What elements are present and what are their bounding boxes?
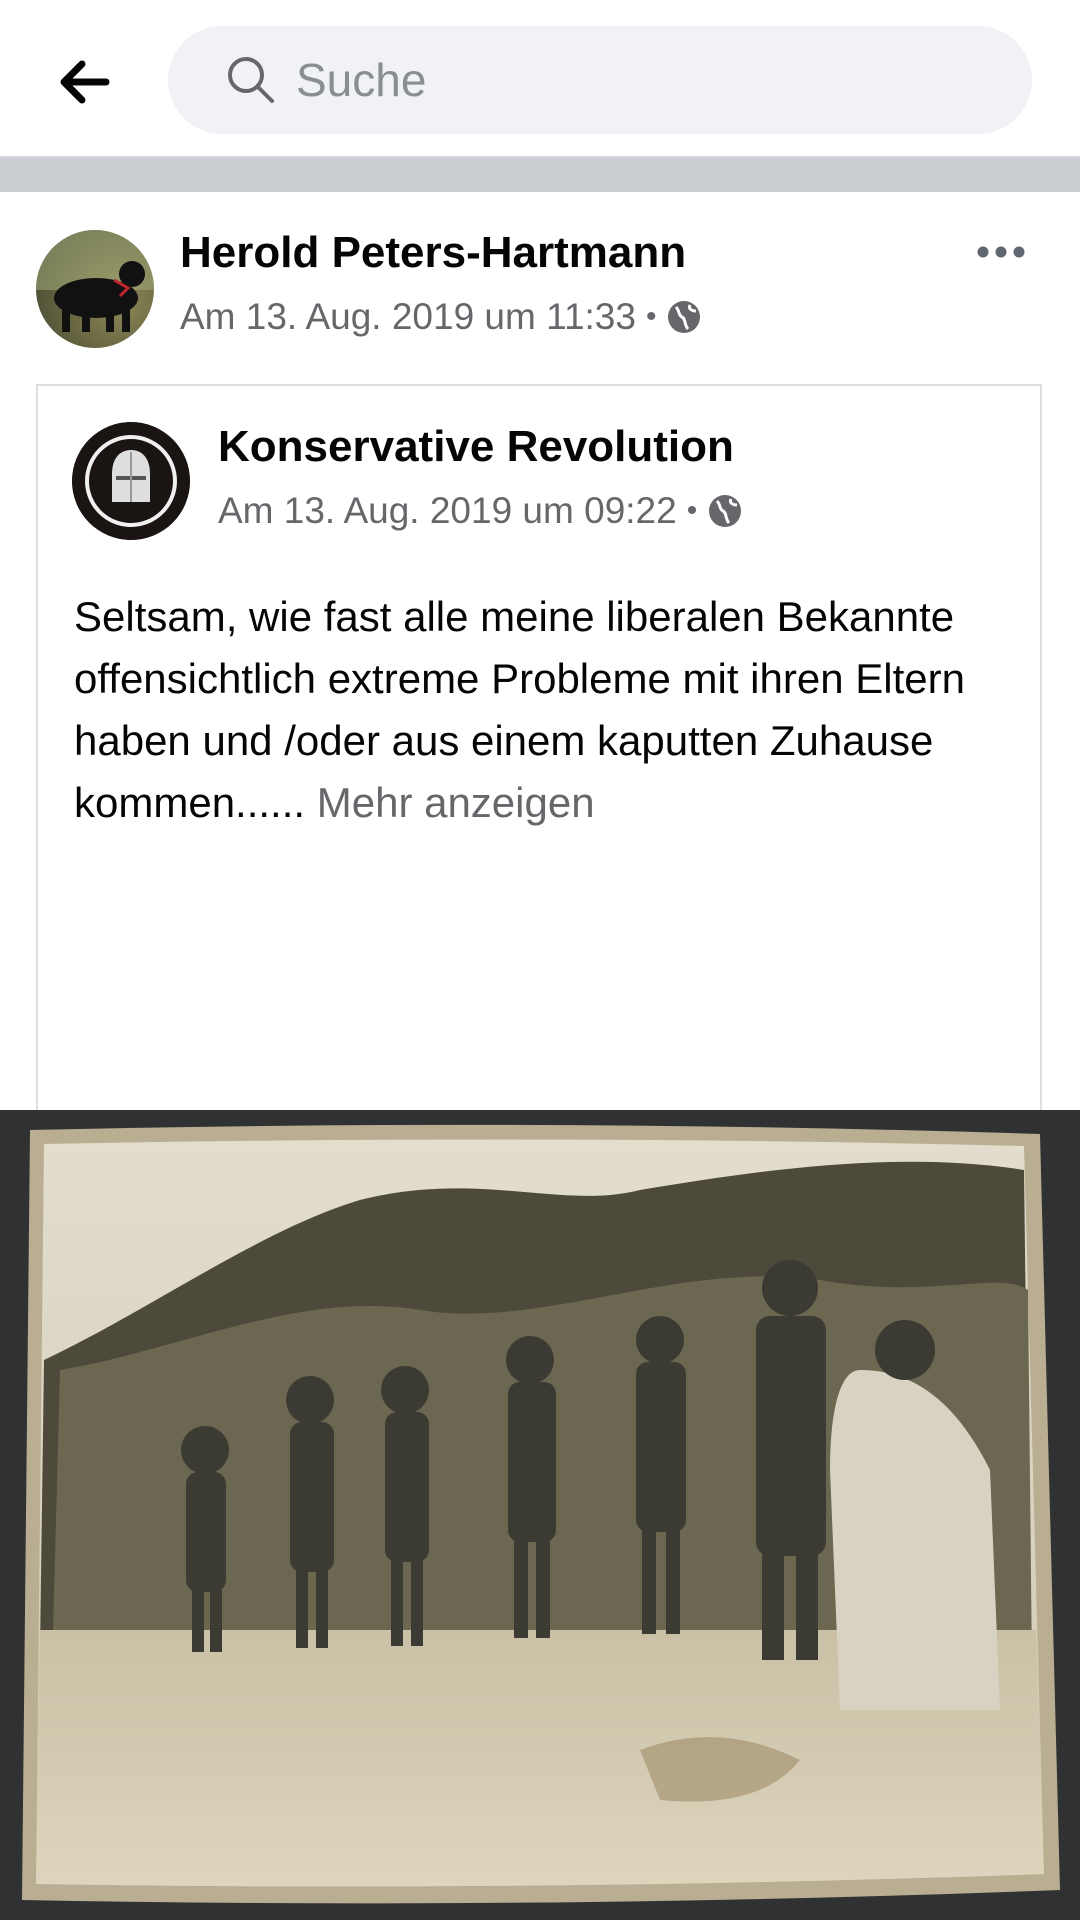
globe-icon — [709, 495, 742, 527]
dog-avatar-image — [36, 230, 154, 332]
shared-meta: Am 13. Aug. 2019 um 09:22 • — [218, 490, 743, 532]
page-name[interactable]: Konservative Revolution — [218, 422, 734, 472]
search-icon — [228, 57, 274, 103]
more-icon — [977, 246, 1025, 258]
shared-timestamp[interactable]: Am 13. Aug. 2019 um 09:22 — [218, 490, 677, 532]
meta-separator: • — [645, 300, 657, 333]
post-card: Herold Peters-Hartmann Am 13. Aug. 2019 … — [0, 192, 1080, 1920]
post-text: Seltsam, wie fast alle meine liberalen B… — [74, 586, 1014, 834]
back-arrow-icon — [60, 60, 110, 104]
feed-divider — [0, 158, 1080, 192]
post-photo[interactable] — [0, 1110, 1080, 1920]
author-avatar[interactable] — [36, 230, 154, 348]
knight-helmet-icon — [72, 422, 190, 540]
post-meta: Am 13. Aug. 2019 um 11:33 • — [180, 296, 702, 338]
top-bar — [0, 0, 1080, 158]
globe-icon — [668, 301, 701, 333]
search-input[interactable] — [294, 52, 998, 108]
author-name[interactable]: Herold Peters-Hartmann — [180, 228, 686, 278]
post-timestamp[interactable]: Am 13. Aug. 2019 um 11:33 — [180, 296, 636, 338]
page-avatar[interactable] — [72, 422, 190, 540]
see-more-link[interactable]: Mehr anzeigen — [317, 779, 595, 826]
family-photo-image — [22, 1124, 1060, 1904]
back-button[interactable] — [52, 50, 116, 114]
meta-separator: • — [686, 494, 698, 527]
search-bar[interactable] — [168, 26, 1032, 134]
more-options-button[interactable] — [966, 232, 1036, 272]
